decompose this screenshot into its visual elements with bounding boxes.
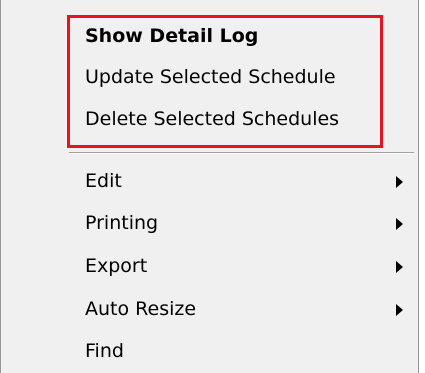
menu-item-edit[interactable]: Edit xyxy=(85,161,418,201)
submenu-arrow-icon xyxy=(396,218,403,230)
menu-icon-gutter xyxy=(2,0,62,373)
menu-item-label: Export xyxy=(85,255,148,277)
menu-item-label: Auto Resize xyxy=(85,298,197,320)
menu-item-label: Edit xyxy=(85,170,122,192)
screen: Show Detail Log Update Selected Schedule… xyxy=(0,0,425,373)
menu-item-export[interactable]: Export xyxy=(85,246,418,286)
submenu-arrow-icon xyxy=(396,261,403,273)
menu-item-label: Printing xyxy=(85,212,159,234)
highlight-box xyxy=(67,15,383,148)
submenu-arrow-icon xyxy=(396,304,403,316)
menu-separator xyxy=(69,152,414,154)
menu-item-auto-resize[interactable]: Auto Resize xyxy=(85,289,418,329)
submenu-arrow-icon xyxy=(396,176,403,188)
context-menu: Show Detail Log Update Selected Schedule… xyxy=(0,0,419,373)
menu-item-find[interactable]: Find xyxy=(85,331,418,371)
menu-item-printing[interactable]: Printing xyxy=(85,203,418,243)
menu-item-label: Find xyxy=(85,340,124,362)
